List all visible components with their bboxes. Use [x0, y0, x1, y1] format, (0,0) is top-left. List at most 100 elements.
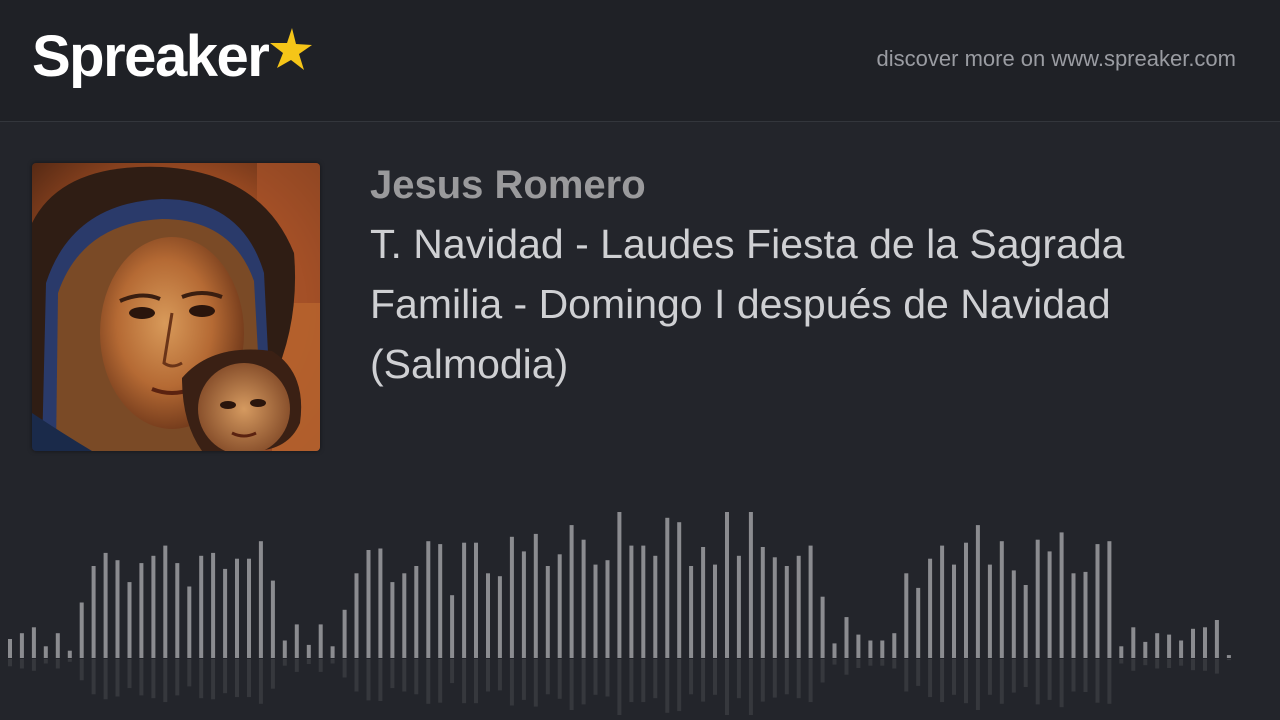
- waveform-bar-reflection: [390, 659, 395, 689]
- waveform-bar: [486, 573, 490, 658]
- waveform-bar-reflection: [247, 659, 251, 698]
- waveform-bar-reflection: [653, 659, 658, 699]
- waveform-bar: [1071, 573, 1076, 658]
- waveform-bar: [366, 550, 371, 658]
- waveform-bar: [844, 617, 849, 658]
- waveform-bar: [964, 542, 968, 658]
- waveform-bar: [235, 558, 239, 658]
- waveform-bar-reflection: [964, 659, 968, 704]
- waveform-bar-reflection: [581, 659, 586, 705]
- waveform-bar-reflection: [1047, 659, 1052, 700]
- waveform-bar-reflection: [474, 659, 478, 704]
- waveform-bar: [1203, 627, 1207, 658]
- waveform-bar: [330, 646, 335, 658]
- waveform-bar-reflection: [772, 659, 777, 698]
- waveform-bar: [1107, 541, 1112, 658]
- waveform-bar: [31, 627, 36, 658]
- waveform-bar: [808, 545, 813, 658]
- waveform-bar-reflection: [43, 659, 48, 664]
- episode-author[interactable]: Jesus Romero: [370, 160, 646, 210]
- waveform-bar: [151, 555, 156, 658]
- waveform-bar: [306, 644, 311, 658]
- waveform-bar-reflection: [1131, 659, 1136, 671]
- waveform-bar-reflection: [868, 659, 873, 666]
- waveform-bar: [450, 595, 455, 658]
- star-icon: [270, 28, 313, 70]
- waveform-bar: [916, 587, 921, 658]
- waveform-bar: [868, 640, 873, 658]
- waveform-bar: [533, 533, 538, 658]
- waveform-bar-reflection: [1095, 659, 1100, 703]
- waveform-bar: [605, 560, 610, 658]
- waveform-bar-reflection: [1011, 659, 1016, 693]
- waveform-bar-reflection: [258, 659, 263, 704]
- waveform-bar-reflection: [545, 659, 550, 695]
- waveform-bar: [1155, 633, 1160, 658]
- spreaker-logo[interactable]: Spreaker: [32, 22, 314, 102]
- waveform-bar: [1059, 532, 1064, 658]
- waveform-bar: [820, 596, 825, 658]
- waveform-bar: [1083, 571, 1088, 658]
- waveform-bar-reflection: [462, 659, 467, 704]
- waveform-bar-reflection: [151, 659, 156, 699]
- waveform-bar: [1226, 655, 1231, 658]
- virgin-and-child-icon-artwork: [32, 163, 320, 451]
- waveform-bar: [701, 547, 706, 658]
- waveform-bar: [641, 545, 646, 658]
- waveform-bar: [975, 525, 980, 658]
- waveform-bar-reflection: [904, 659, 909, 692]
- waveform-bar-reflection: [1023, 659, 1028, 687]
- waveform-bar-reflection: [928, 659, 933, 698]
- waveform-bar: [569, 525, 574, 658]
- waveform-bar: [987, 564, 992, 658]
- waveform-bar: [103, 552, 108, 658]
- waveform-bar-reflection: [103, 659, 108, 700]
- waveform-bar: [1179, 640, 1184, 658]
- waveform-bar-reflection: [987, 659, 992, 695]
- waveform-bar-reflection: [784, 659, 789, 695]
- waveform-bar: [55, 633, 60, 658]
- waveform-bar: [1035, 539, 1040, 658]
- waveform-bar-reflection: [366, 659, 371, 701]
- waveform-bar-reflection: [820, 659, 825, 683]
- waveform-bar-reflection: [79, 659, 84, 681]
- waveform-bar-reflection: [641, 659, 646, 703]
- waveform-bar-reflection: [1071, 659, 1076, 692]
- waveform-bar-reflection: [1083, 659, 1088, 692]
- waveform-bar: [892, 633, 897, 658]
- waveform-bar-reflection: [199, 659, 204, 699]
- waveform-bar-reflection: [892, 659, 897, 669]
- waveform-bar: [282, 640, 287, 658]
- waveform-bar-reflection: [175, 659, 180, 696]
- waveform-bar-reflection: [282, 659, 287, 666]
- waveform-bar-reflection: [509, 659, 514, 706]
- waveform-bar-reflection: [1203, 659, 1207, 671]
- waveform-bar-reflection: [235, 659, 239, 698]
- waveform-bar-reflection: [211, 659, 216, 700]
- waveform-bar-reflection: [354, 659, 359, 692]
- waveform-bar: [856, 634, 861, 658]
- waveform-bar-reflection: [223, 659, 228, 694]
- waveform-bar: [294, 624, 299, 658]
- waveform-bar: [1011, 570, 1016, 658]
- waveform-bar-reflection: [306, 659, 311, 664]
- waveform-bar-reflection: [139, 659, 144, 696]
- waveform-bar: [796, 555, 801, 658]
- waveform-bar-reflection: [115, 659, 120, 697]
- discover-more-link[interactable]: discover more on www.spreaker.com: [877, 46, 1236, 72]
- waveform-bar-reflection: [665, 659, 670, 713]
- waveform-bar: [390, 582, 395, 658]
- waveform-bar: [67, 650, 72, 658]
- waveform-bar: [880, 640, 885, 658]
- waveform-bar: [689, 566, 694, 658]
- waveform-bar: [270, 580, 275, 658]
- waveform-bar-reflection: [844, 659, 849, 675]
- audio-waveform[interactable]: [0, 500, 1280, 720]
- waveform-bar-reflection: [486, 659, 490, 692]
- waveform-bar-reflection: [796, 659, 801, 699]
- waveform-bar-reflection: [342, 659, 347, 678]
- waveform-bar-reflection: [402, 659, 407, 692]
- waveform-bar: [748, 512, 753, 658]
- waveform-bar-reflection: [91, 659, 96, 695]
- episode-title[interactable]: T. Navidad - Laudes Fiesta de la Sagrada…: [370, 214, 1250, 394]
